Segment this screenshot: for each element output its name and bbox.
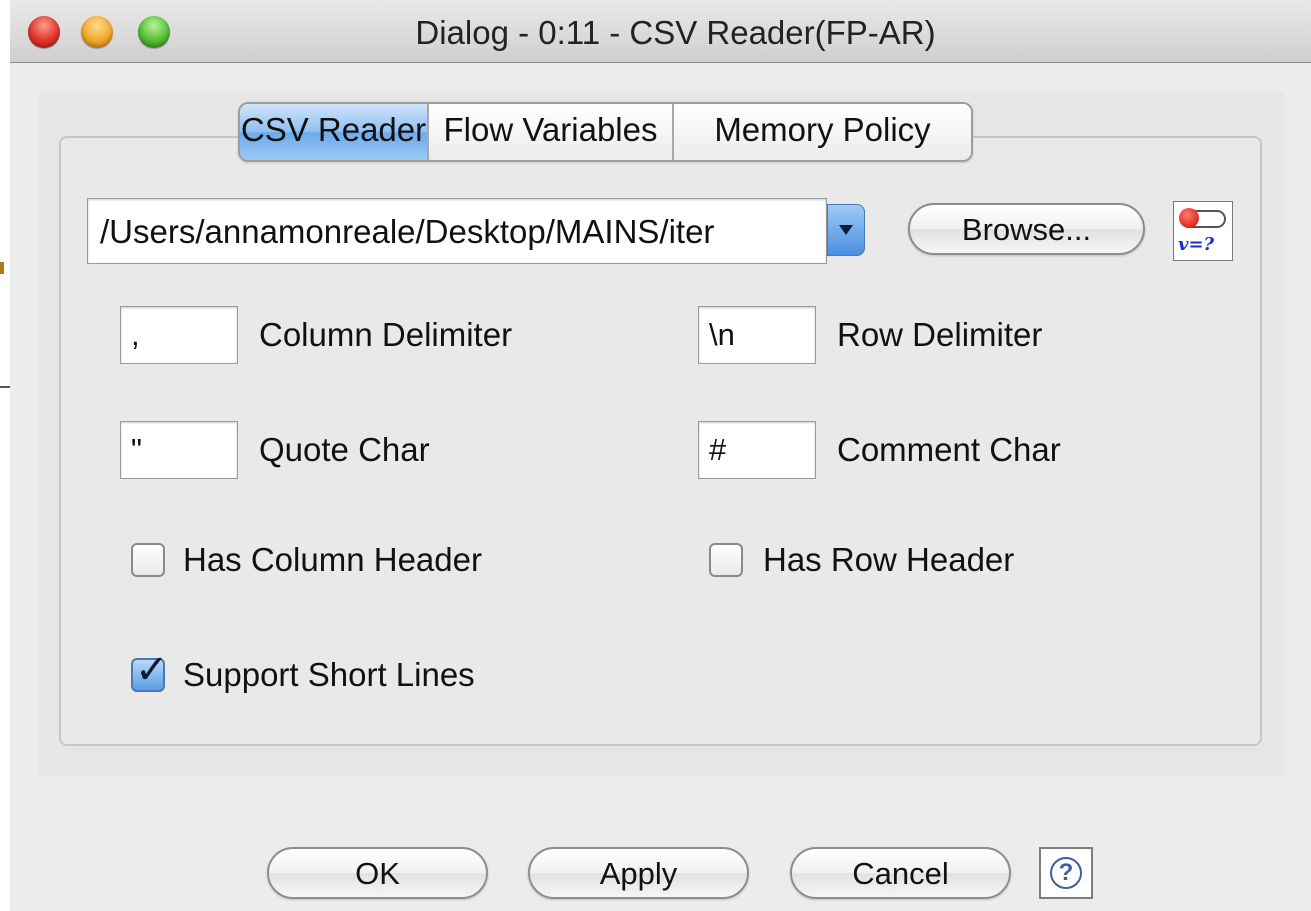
row-delimiter-field[interactable]: \n	[698, 306, 816, 364]
cancel-button[interactable]: Cancel	[790, 847, 1011, 899]
window-title: Dialog - 0:11 - CSV Reader(FP-AR)	[415, 14, 936, 51]
file-path-combobox[interactable]: /Users/annamonreale/Desktop/MAINS/iter	[87, 198, 865, 266]
comment-char-label: Comment Char	[837, 431, 1061, 468]
column-delimiter-label: Column Delimiter	[259, 316, 513, 353]
checkmark-icon: ✓	[135, 647, 169, 693]
has-column-header-checkbox[interactable]	[131, 543, 165, 577]
quote-char-field[interactable]: "	[120, 421, 238, 479]
tab-bar: CSV Reader Flow Variables Memory Policy	[238, 102, 973, 162]
file-path-field[interactable]: /Users/annamonreale/Desktop/MAINS/iter	[87, 198, 827, 264]
support-short-lines-label: Support Short Lines	[183, 656, 475, 693]
comment-char-field[interactable]: #	[698, 421, 816, 479]
row-delimiter-label: Row Delimiter	[837, 316, 1043, 353]
support-short-lines-checkbox[interactable]: ✓	[131, 650, 169, 692]
flow-variable-dot-icon	[1179, 208, 1199, 228]
help-icon[interactable]: ?	[1039, 847, 1093, 899]
tab-memory-policy[interactable]: Memory Policy	[674, 104, 971, 160]
tab-flow-variables[interactable]: Flow Variables	[429, 104, 674, 160]
title-bar[interactable]: Dialog - 0:11 - CSV Reader(FP-AR)	[10, 0, 1311, 63]
ok-button[interactable]: OK	[267, 847, 488, 899]
tab-csv-reader[interactable]: CSV Reader	[240, 104, 429, 160]
help-glyph: ?	[1050, 857, 1082, 889]
browse-button[interactable]: Browse...	[908, 203, 1145, 255]
chevron-down-icon[interactable]	[827, 204, 865, 256]
column-delimiter-field[interactable]: ,	[120, 306, 238, 364]
apply-button[interactable]: Apply	[528, 847, 749, 899]
background-fragment	[0, 262, 4, 274]
quote-char-label: Quote Char	[259, 431, 430, 468]
has-row-header-checkbox[interactable]	[709, 543, 743, 577]
flow-variable-label: v=?	[1178, 234, 1215, 255]
dialog-window: Dialog - 0:11 - CSV Reader(FP-AR) CSV Re…	[10, 0, 1311, 911]
has-row-header-label: Has Row Header	[763, 541, 1015, 578]
flow-variable-icon[interactable]: v=?	[1173, 201, 1233, 261]
background-fragment	[0, 386, 10, 388]
has-column-header-label: Has Column Header	[183, 541, 482, 578]
